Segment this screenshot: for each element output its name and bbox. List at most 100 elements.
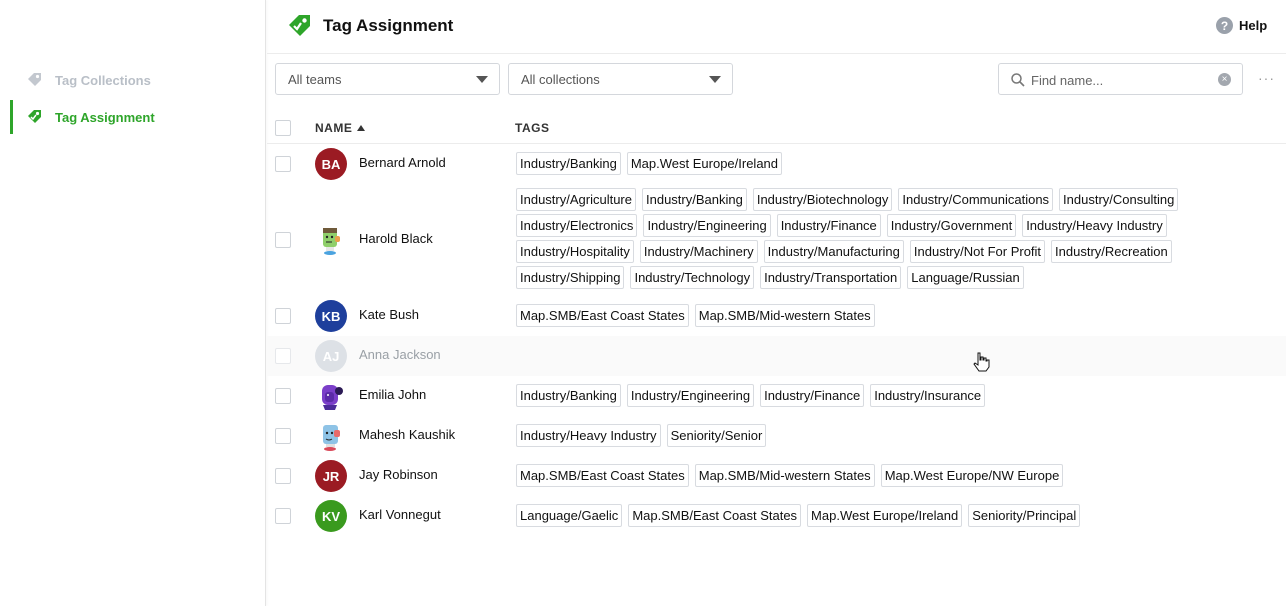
tag-list: Industry/Banking Map.West Europe/Ireland: [516, 152, 1216, 178]
tag-chip[interactable]: Industry/Heavy Industry: [516, 424, 661, 447]
tag-list: Industry/Heavy Industry Seniority/Senior: [516, 424, 1216, 450]
user-name: Mahesh Kaushik: [359, 427, 456, 442]
tag-chip[interactable]: Industry/Biotechnology: [752, 188, 893, 211]
user-name: Jay Robinson: [359, 467, 438, 482]
tag-chip[interactable]: Seniority/Principal: [968, 504, 1081, 527]
table-row[interactable]: Emilia John Industry/Banking Industry/Engi…: [267, 376, 1286, 416]
tag-chip[interactable]: Industry/Banking: [516, 384, 621, 407]
tag-chip[interactable]: Industry/Not For Profit: [909, 240, 1046, 263]
tag-chip[interactable]: Industry/Engineering: [626, 384, 755, 407]
column-header-tags: TAGS: [515, 121, 550, 135]
search-input[interactable]: [1031, 70, 1206, 90]
column-header-name[interactable]: NAME: [315, 121, 366, 135]
avatar: [315, 380, 347, 412]
tag-chip[interactable]: Industry/Electronics: [516, 214, 638, 237]
tag-list: Map.SMB/East Coast States Map.SMB/Mid-wes…: [516, 464, 1216, 490]
tag-chip[interactable]: Map.West Europe/NW Europe: [880, 464, 1064, 487]
user-name: Kate Bush: [359, 307, 419, 322]
user-name: Harold Black: [359, 231, 433, 246]
user-name: Bernard Arnold: [359, 155, 446, 170]
tag-chip[interactable]: Map.West Europe/Ireland: [626, 152, 783, 175]
hand-cursor-icon: [972, 352, 990, 372]
tag-chip[interactable]: Industry/Banking: [516, 152, 621, 175]
tag-chip[interactable]: Map.SMB/East Coast States: [516, 464, 689, 487]
sidebar: Tag Collections Tag Assignment: [0, 0, 266, 606]
tag-chip[interactable]: Industry/Engineering: [643, 214, 771, 237]
tag-chip[interactable]: Map.SMB/Mid-western States: [694, 304, 875, 327]
table-row[interactable]: KV Karl Vonnegut Language/Gaelic Map.SMB/Ea…: [267, 496, 1286, 536]
tag-chip[interactable]: Industry/Finance: [760, 384, 865, 407]
caret-down-icon: [476, 76, 488, 83]
tag-chip[interactable]: Map.SMB/Mid-western States: [694, 464, 875, 487]
row-checkbox[interactable]: [275, 232, 291, 248]
tag-chip[interactable]: Map.SMB/East Coast States: [628, 504, 802, 527]
row-checkbox[interactable]: [275, 308, 291, 324]
tag-chip[interactable]: Industry/Communications: [898, 188, 1054, 211]
tag-icon: [26, 71, 44, 89]
help-button[interactable]: ? Help: [1216, 17, 1286, 34]
tag-chip[interactable]: Industry/Agriculture: [516, 188, 636, 211]
top-bar: Tag Assignment ? Help: [267, 0, 1286, 54]
tag-chip[interactable]: Language/Gaelic: [516, 504, 623, 527]
tag-chip[interactable]: Industry/Transportation: [760, 266, 902, 289]
table-row[interactable]: JR Jay Robinson Map.SMB/East Coast States M…: [267, 456, 1286, 496]
row-checkbox[interactable]: [275, 388, 291, 404]
question-icon: ?: [1216, 17, 1233, 34]
table-row[interactable]: KB Kate Bush Map.SMB/East Coast States Map.…: [267, 296, 1286, 336]
tag-chip[interactable]: Industry/Consulting: [1059, 188, 1179, 211]
table-row[interactable]: AJ Anna Jackson: [267, 336, 1286, 376]
sidebar-item-tag-collections[interactable]: Tag Collections: [12, 63, 266, 97]
user-name: Anna Jackson: [359, 347, 441, 362]
row-checkbox[interactable]: [275, 508, 291, 524]
table-row[interactable]: BA Bernard Arnold Industry/Banking Map.West…: [267, 144, 1286, 184]
tag-chip[interactable]: Industry/Hospitality: [516, 240, 634, 263]
tag-chip[interactable]: Industry/Manufacturing: [763, 240, 904, 263]
tag-chip[interactable]: Industry/Government: [886, 214, 1017, 237]
clear-search-icon[interactable]: ×: [1218, 73, 1231, 86]
tag-chip[interactable]: Map.SMB/East Coast States: [516, 304, 689, 327]
table-header: NAME TAGS: [267, 110, 1286, 144]
tag-chip[interactable]: Seniority/Senior: [666, 424, 767, 447]
sidebar-item-label: Tag Assignment: [55, 109, 155, 125]
main-panel: Tag Assignment ? Help All teams All coll…: [267, 0, 1286, 606]
sidebar-item-tag-assignment[interactable]: Tag Assignment: [10, 100, 264, 134]
tag-list: Language/Gaelic Map.SMB/East Coast States…: [516, 504, 1216, 530]
tag-chip[interactable]: Industry/Insurance: [870, 384, 986, 407]
teams-filter-value: All teams: [288, 71, 342, 87]
row-checkbox[interactable]: [275, 348, 291, 364]
more-options-icon[interactable]: ···: [1258, 70, 1275, 86]
user-name: Karl Vonnegut: [359, 507, 441, 522]
avatar: [315, 224, 347, 256]
tag-chip[interactable]: Industry/Shipping: [516, 266, 625, 289]
tag-list: Industry/Agriculture Industry/Banking Indu…: [516, 188, 1216, 292]
tag-list: Industry/Banking Industry/Engineering Indu…: [516, 384, 1216, 410]
collections-filter-select[interactable]: All collections: [508, 63, 733, 95]
tag-chip[interactable]: Industry/Heavy Industry: [1022, 214, 1167, 237]
sort-ascending-icon: [357, 125, 366, 131]
user-name: Emilia John: [359, 387, 427, 402]
select-all-checkbox[interactable]: [275, 120, 291, 136]
row-checkbox[interactable]: [275, 468, 291, 484]
tag-chip[interactable]: Industry/Machinery: [639, 240, 758, 263]
tag-chip[interactable]: Map.West Europe/Ireland: [807, 504, 963, 527]
avatar: JR: [315, 460, 347, 492]
sidebar-item-label: Tag Collections: [55, 72, 151, 88]
tag-chip[interactable]: Language/Russian: [907, 266, 1024, 289]
tag-chip[interactable]: Industry/Finance: [776, 214, 881, 237]
collections-filter-value: All collections: [521, 71, 600, 87]
teams-filter-select[interactable]: All teams: [275, 63, 500, 95]
search-box: ×: [998, 63, 1243, 95]
tag-assignment-icon: [287, 13, 313, 39]
row-checkbox[interactable]: [275, 156, 291, 172]
page-title: Tag Assignment: [323, 16, 454, 35]
tag-chip[interactable]: Industry/Technology: [630, 266, 755, 289]
table-row[interactable]: Harold Black Industry/Agriculture Industry…: [267, 184, 1286, 296]
row-checkbox[interactable]: [275, 428, 291, 444]
avatar: KB: [315, 300, 347, 332]
table-row[interactable]: Mahesh Kaushik Industry/Heavy Industry Sen…: [267, 416, 1286, 456]
tag-chip[interactable]: Industry/Recreation: [1051, 240, 1172, 263]
tag-chip[interactable]: Industry/Banking: [642, 188, 747, 211]
search-icon: [1010, 72, 1026, 88]
avatar: AJ: [315, 340, 347, 372]
help-label: Help: [1239, 18, 1268, 33]
